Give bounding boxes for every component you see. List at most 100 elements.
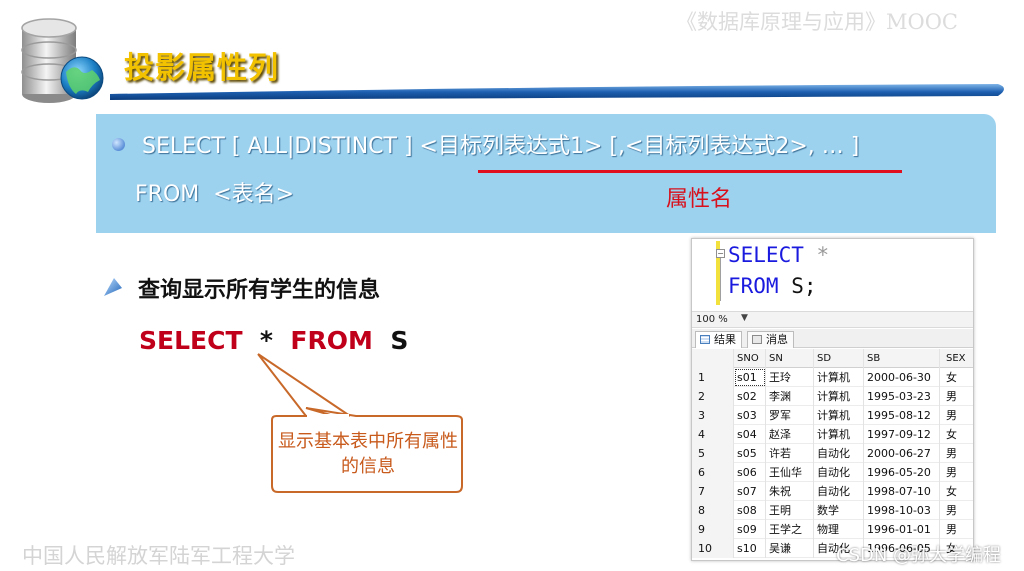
table-row[interactable]: 1 s01 王玲 计算机 2000-06-30 女 [692,368,973,387]
table-cell[interactable]: 女 [940,425,973,444]
result-tabs: 结果 消息 [692,329,973,348]
table-cell[interactable]: 数学 [814,501,864,520]
grid-header: SNO SN SD SB SEX [692,349,973,368]
table-cell[interactable]: 计算机 [814,368,864,387]
table-row[interactable]: 4 s04 赵泽 计算机 1997-09-12 女 [692,425,973,444]
database-icon [21,18,104,103]
table-cell[interactable]: s01 [734,368,766,387]
table-cell[interactable]: 计算机 [814,406,864,425]
row-number[interactable]: 8 [692,501,734,520]
row-number-header[interactable] [692,349,734,368]
table-cell[interactable]: 1997-09-12 [864,425,940,444]
table-cell[interactable]: 物理 [814,520,864,539]
table-cell[interactable]: 许若 [766,444,814,463]
attribute-name-label: 属性名 [666,187,733,212]
table-cell[interactable]: 1995-03-23 [864,387,940,406]
collapse-icon[interactable]: − [716,249,725,258]
table-cell[interactable]: 男 [940,501,973,520]
table-cell[interactable]: 王学之 [766,520,814,539]
table-cell[interactable]: s02 [734,387,766,406]
zoom-select[interactable]: 100 % [696,314,728,325]
table-row[interactable]: 9 s09 王学之 物理 1996-01-01 男 [692,520,973,539]
table-row[interactable]: 7 s07 朱祝 自动化 1998-07-10 女 [692,482,973,501]
table-cell[interactable]: 男 [940,387,973,406]
table-cell[interactable]: 罗军 [766,406,814,425]
column-header[interactable]: SN [766,349,814,368]
table-cell[interactable]: 男 [940,520,973,539]
chevron-down-icon[interactable]: ▼ [741,313,748,323]
table-cell[interactable]: 2000-06-27 [864,444,940,463]
triangle-bullet-icon [104,278,122,296]
table-row[interactable]: 8 s08 王明 数学 1998-10-03 男 [692,501,973,520]
table-cell[interactable]: 自动化 [814,463,864,482]
table-cell[interactable]: 王玲 [766,368,814,387]
table-cell[interactable]: s04 [734,425,766,444]
row-number[interactable]: 2 [692,387,734,406]
table-cell[interactable]: 女 [940,482,973,501]
table-cell[interactable]: 1998-10-03 [864,501,940,520]
row-number[interactable]: 6 [692,463,734,482]
table-cell[interactable]: s03 [734,406,766,425]
table-cell[interactable]: s10 [734,539,766,558]
column-header[interactable]: SD [814,349,864,368]
table-cell[interactable]: 2000-06-30 [864,368,940,387]
row-number[interactable]: 5 [692,444,734,463]
title-underline-bar [110,84,1004,100]
table-cell[interactable]: 1996-05-20 [864,463,940,482]
tab-results[interactable]: 结果 [695,331,742,348]
table-cell[interactable]: 自动化 [814,444,864,463]
table-cell[interactable]: 计算机 [814,425,864,444]
table-cell[interactable]: 自动化 [814,482,864,501]
table-cell[interactable]: 王明 [766,501,814,520]
school-name: 中国人民解放军陆军工程大学 [22,544,295,568]
table-row[interactable]: 2 s02 李渊 计算机 1995-03-23 男 [692,387,973,406]
message-icon [752,335,762,344]
table-cell[interactable]: 男 [940,463,973,482]
table-cell[interactable]: 吴谦 [766,539,814,558]
syntax-from-line: FROM <表名> [135,182,295,207]
table-cell[interactable]: s05 [734,444,766,463]
course-title: 《数据库原理与应用》MOOC [676,10,959,34]
code-line-2: FROM S; [728,274,817,298]
table-cell[interactable]: s09 [734,520,766,539]
code-line-1: SELECT * [728,243,830,267]
row-number[interactable]: 1 [692,368,734,387]
table-cell[interactable]: 朱祝 [766,482,814,501]
table-cell[interactable]: s07 [734,482,766,501]
table-cell[interactable]: s08 [734,501,766,520]
csdn-watermark: CSDN @弥大学编程 [836,545,1002,566]
target-column-underline [478,170,902,173]
slide-title: 投影属性列 [124,51,279,86]
bullet-dot [112,138,125,151]
ssms-query-window: − SELECT * FROM S; 100 % ▼ 结果 消息 SNO SN … [691,238,974,561]
query-editor[interactable]: − SELECT * FROM S; [692,239,973,311]
table-row[interactable]: 3 s03 罗军 计算机 1995-08-12 男 [692,406,973,425]
table-cell[interactable]: 1995-08-12 [864,406,940,425]
syntax-select-line: SELECT [ ALL|DISTINCT ] <目标列表达式1> [,<目标列… [142,134,860,159]
table-cell[interactable]: 女 [940,368,973,387]
row-number[interactable]: 3 [692,406,734,425]
table-row[interactable]: 6 s06 王仙华 自动化 1996-05-20 男 [692,463,973,482]
table-cell[interactable]: s06 [734,463,766,482]
zoom-bar: 100 % ▼ [692,311,973,328]
table-cell[interactable]: 1996-01-01 [864,520,940,539]
tab-messages[interactable]: 消息 [747,331,794,348]
column-header[interactable]: SEX [940,349,973,368]
column-header[interactable]: SNO [734,349,766,368]
table-row[interactable]: 5 s05 许若 自动化 2000-06-27 男 [692,444,973,463]
row-number[interactable]: 10 [692,539,734,558]
callout-text: 显示基本表中所有属性的信息 [278,431,458,477]
table-cell[interactable]: 李渊 [766,387,814,406]
table-cell[interactable]: 男 [940,406,973,425]
row-number[interactable]: 9 [692,520,734,539]
row-number[interactable]: 7 [692,482,734,501]
table-cell[interactable]: 计算机 [814,387,864,406]
column-header[interactable]: SB [864,349,940,368]
table-cell[interactable]: 1998-07-10 [864,482,940,501]
sql-select-keyword: SELECT [139,326,243,355]
query-heading: 查询显示所有学生的信息 [138,278,381,303]
table-cell[interactable]: 赵泽 [766,425,814,444]
row-number[interactable]: 4 [692,425,734,444]
table-cell[interactable]: 男 [940,444,973,463]
table-cell[interactable]: 王仙华 [766,463,814,482]
